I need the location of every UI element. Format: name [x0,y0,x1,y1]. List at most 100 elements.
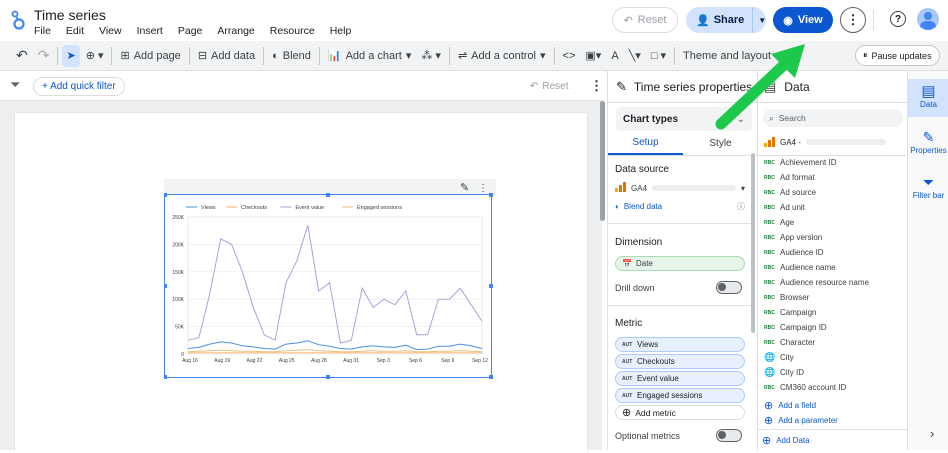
field-item[interactable]: RBC Audience resource name [764,275,904,290]
menu-file[interactable]: File [34,25,51,37]
data-source-selector[interactable]: GA4 ▾ [615,179,745,197]
data-source-label: Data source [615,164,669,175]
chart-more-icon[interactable]: ⋮ [478,183,488,194]
field-item[interactable]: RBC CM360 account ID [764,380,904,395]
field-item[interactable]: RBC Achievement ID [764,155,904,170]
menu-page[interactable]: Page [178,25,203,37]
x-tick-label: Sep 3 [377,358,390,364]
menu-help[interactable]: Help [330,25,352,37]
rail-item-properties[interactable]: ✎ Properties [908,126,948,164]
properties-scrollbar[interactable] [751,153,755,333]
select-cursor-icon[interactable]: ➤ [62,44,80,67]
resize-handle[interactable] [326,375,330,379]
redo-icon[interactable]: ↷ [34,45,54,67]
filter-reset-button[interactable]: ↶ Reset [522,77,577,96]
add-circle-icon: ⊕ [764,400,774,412]
rail-item-data[interactable]: ▤ Data [908,79,948,117]
globe-icon: 🌐 [764,367,776,377]
looker-studio-logo-icon [11,10,25,30]
chevron-down-icon: ▾ [540,50,546,62]
menu-arrange[interactable]: Arrange [217,25,254,37]
add-control-button[interactable]: ⇌ Add a control ▾ [454,45,550,67]
field-item[interactable]: RBC Browser [764,290,904,305]
text-field-type: RBC [764,309,775,316]
menu-view[interactable]: View [99,25,122,37]
field-label: Ad unit [780,203,805,212]
resize-handle[interactable] [164,193,167,197]
menu-edit[interactable]: Edit [66,25,84,37]
drill-down-toggle[interactable] [716,281,742,294]
community-viz-icon[interactable]: ⁂ ▾ [417,45,445,67]
field-item[interactable]: RBC Ad source [764,185,904,200]
share-button[interactable]: 👤 Share ▼ [686,7,766,33]
help-icon[interactable]: ⓘ [737,201,745,212]
edit-pencil-icon[interactable]: ✎ [460,182,469,194]
more-options-icon[interactable]: ⋮ [840,7,866,33]
avatar[interactable] [917,8,939,30]
menu-resource[interactable]: Resource [270,25,315,37]
blend-data-link[interactable]: Blend data [624,202,662,211]
field-item[interactable]: 🌐 City ID [764,365,904,380]
text-box-icon[interactable]: A [607,45,622,67]
code-embed-icon[interactable]: <> [559,45,580,67]
dimension-label: Dimension [615,237,663,248]
field-item[interactable]: 🌐 City [764,350,904,365]
zoom-icon[interactable]: ⊕ ▾ [82,45,108,67]
field-item[interactable]: RBC Age [764,215,904,230]
canvas-scrollbar[interactable] [600,101,605,221]
add-quick-filter-button[interactable]: + Add quick filter [33,77,125,96]
metric-chip-views[interactable]: AUT Views [615,337,745,352]
add-metric-button[interactable]: ⊕ Add metric [615,405,745,420]
chevron-right-icon[interactable]: › [930,426,934,441]
data-source-entry[interactable]: GA4 - [764,137,886,147]
dimension-chip-date[interactable]: 📅 Date [615,256,745,271]
tab-setup[interactable]: Setup [608,133,683,155]
time-series-chart[interactable]: ✎ ⋮ Views Checkouts Event value Engaged ses… [164,179,496,379]
text-field-type: RBC [764,294,775,301]
data-table-icon: ▤ [921,83,936,100]
filter-more-icon[interactable]: ⋮ [590,78,603,94]
add-field-button[interactable]: ⊕ Add a field [764,398,816,413]
report-canvas[interactable]: ✎ ⋮ Views Checkouts Event value Engaged ses… [0,101,605,453]
metric-chip-event-value[interactable]: AUT Event value [615,371,745,386]
reset-button[interactable]: ↶ Reset [612,7,678,33]
add-parameter-button[interactable]: ⊕ Add a parameter [764,413,838,428]
field-item[interactable]: RBC Audience ID [764,245,904,260]
pause-updates-button[interactable]: ⏸ Pause updates [855,45,940,66]
image-icon[interactable]: ▣▾ [581,45,605,67]
optional-metrics-toggle[interactable] [716,429,742,442]
metric-chip-checkouts[interactable]: AUT Checkouts [615,354,745,369]
view-button[interactable]: ◉ View [773,7,833,33]
field-item[interactable]: RBC Audience name [764,260,904,275]
y-tick-label: 100K [172,297,184,303]
field-item[interactable]: RBC Ad unit [764,200,904,215]
metric-chip-engaged-sessions[interactable]: AUT Engaged sessions [615,388,745,403]
add-data-button[interactable]: ⊟ Add data [194,45,259,67]
filter-icon[interactable]: ⏷ [10,77,20,93]
resize-handle[interactable] [489,193,493,197]
help-icon[interactable]: ? [890,11,906,27]
field-item[interactable]: RBC Campaign [764,305,904,320]
add-data-button[interactable]: ⊕ Add Data [762,433,810,448]
field-item[interactable]: RBC Campaign ID [764,320,904,335]
rail-item-filter-bar[interactable]: ⏷ Filter bar [908,171,948,209]
text-field-type: RBC [764,159,775,166]
add-chart-button[interactable]: 📊 Add a chart ▾ [324,45,416,67]
add-page-button[interactable]: ⊞ Add page [116,45,184,67]
undo-icon[interactable]: ↶ [12,45,32,67]
blend-button[interactable]: ◐ Blend [268,45,315,67]
resize-handle[interactable] [489,284,493,288]
tab-style[interactable]: Style [683,134,758,154]
menu-insert[interactable]: Insert [137,25,163,37]
resize-handle[interactable] [164,284,167,288]
report-title[interactable]: Time series [34,7,106,23]
line-icon[interactable]: ╲▾ [625,45,645,67]
resize-handle[interactable] [326,193,330,197]
field-item[interactable]: RBC Ad format [764,170,904,185]
resize-handle[interactable] [489,375,493,379]
field-item[interactable]: RBC App version [764,230,904,245]
resize-handle[interactable] [164,375,167,379]
shape-icon[interactable]: □ ▾ [647,45,670,67]
share-dropdown-icon[interactable]: ▼ [752,7,766,33]
field-item[interactable]: RBC Character [764,335,904,350]
